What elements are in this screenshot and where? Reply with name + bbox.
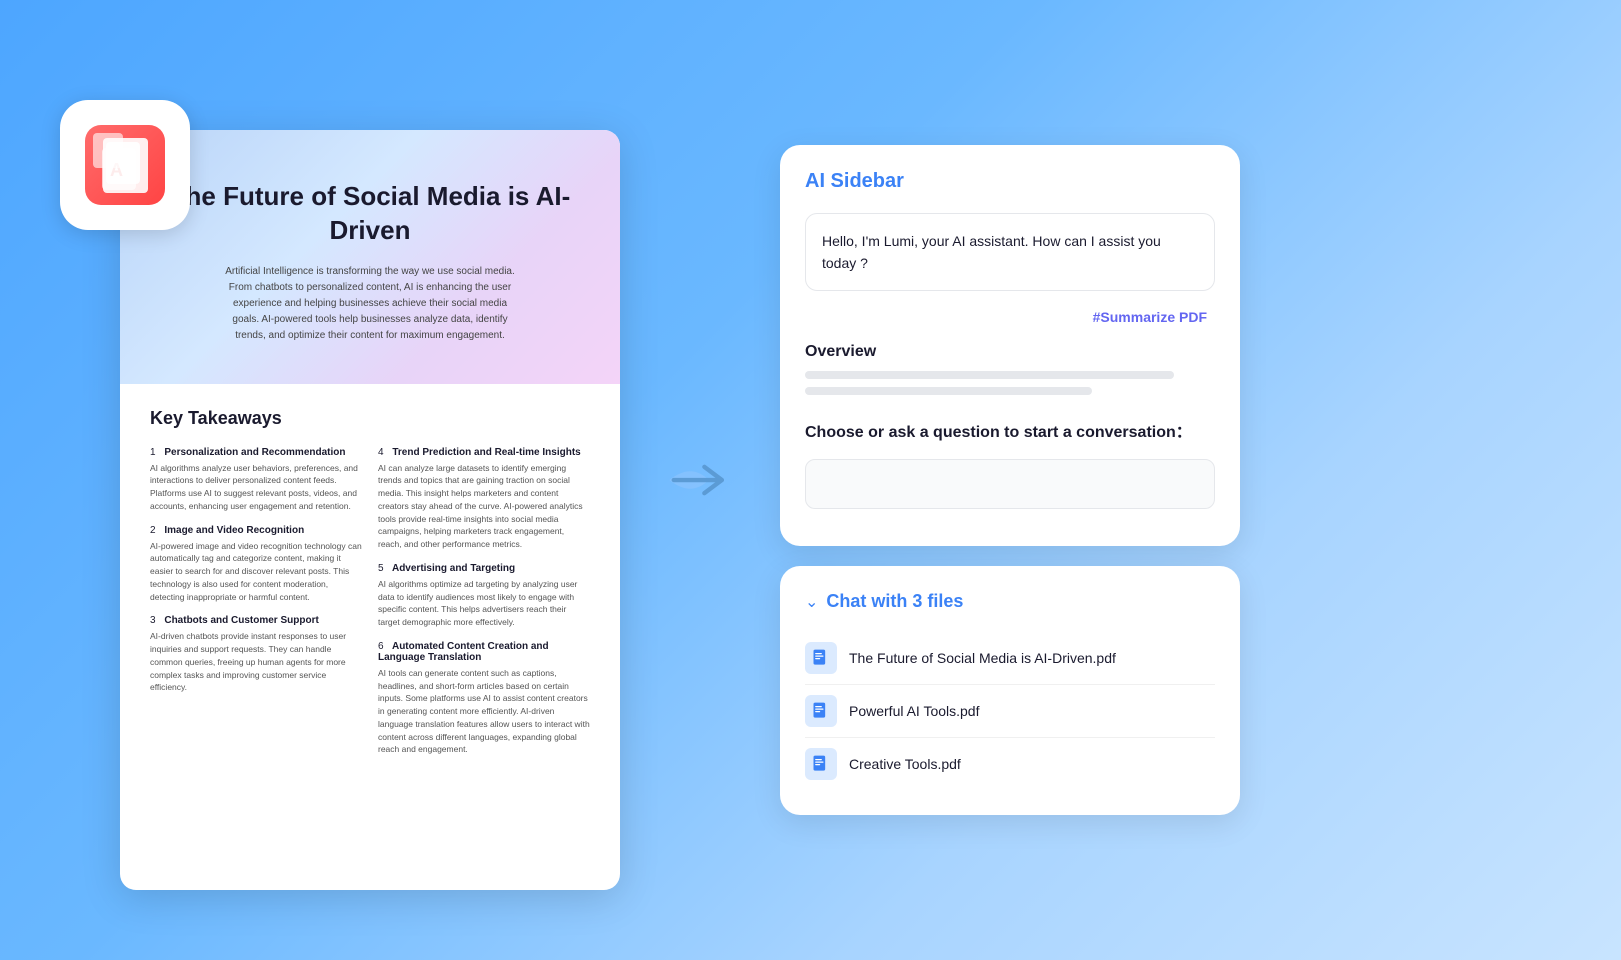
takeaway-6-desc: AI tools can generate content such as ca… [378, 667, 590, 756]
takeaway-item-6: 6 Automated Content Creation and Languag… [378, 641, 590, 756]
question-section: Choose or ask a question to start a conv… [805, 409, 1215, 521]
pdf-file-icon-1 [811, 648, 831, 668]
ai-sidebar-title: AI Sidebar [805, 170, 1215, 193]
app-icon: A [60, 100, 190, 230]
takeaway-5-desc: AI algorithms optimize ad targeting by a… [378, 578, 590, 629]
takeaway-item-2: 2 Image and Video Recognition AI-powered… [150, 525, 362, 604]
file-name-3: Creative Tools.pdf [849, 756, 961, 772]
file-icon-2 [805, 695, 837, 727]
pdf-document: The Future of Social Media is AI-Driven … [120, 130, 620, 890]
ai-greeting: Hello, I'm Lumi, your AI assistant. How … [822, 230, 1198, 275]
summarize-btn-container: #Summarize PDF [805, 305, 1215, 329]
file-name-1: The Future of Social Media is AI-Driven.… [849, 650, 1116, 666]
pdf-title: The Future of Social Media is AI-Driven [160, 180, 580, 248]
key-takeaways-title: Key Takeaways [150, 408, 590, 429]
question-input-area[interactable] [805, 459, 1215, 509]
takeaways-grid: 1 Personalization and Recommendation AI … [150, 447, 590, 769]
takeaway-3-title: 3 Chatbots and Customer Support [150, 615, 362, 626]
chat-files-panel: ⌄ Chat with 3 files The Future of Social… [780, 566, 1240, 815]
file-icon-3 [805, 748, 837, 780]
arrow-icon [665, 450, 735, 510]
right-section: AI Sidebar Hello, I'm Lumi, your AI assi… [780, 40, 1240, 920]
file-name-2: Powerful AI Tools.pdf [849, 703, 979, 719]
overview-line-1 [805, 371, 1174, 379]
arrow-container [660, 450, 740, 510]
file-item-2[interactable]: Powerful AI Tools.pdf [805, 685, 1215, 737]
question-prompt: Choose or ask a question to start a conv… [805, 421, 1215, 445]
pdf-file-icon-3 [811, 754, 831, 774]
pdf-subtitle: Artificial Intelligence is transforming … [220, 264, 520, 344]
takeaway-1-title: 1 Personalization and Recommendation [150, 447, 362, 458]
takeaways-col-2: 4 Trend Prediction and Real-time Insight… [378, 447, 590, 769]
pdf-header: The Future of Social Media is AI-Driven … [120, 130, 620, 384]
file-item-1[interactable]: The Future of Social Media is AI-Driven.… [805, 632, 1215, 684]
takeaway-6-title: 6 Automated Content Creation and Languag… [378, 641, 590, 663]
file-item-3[interactable]: Creative Tools.pdf [805, 738, 1215, 790]
takeaway-4-desc: AI can analyze large datasets to identif… [378, 462, 590, 551]
main-container: A The Future of Social Media is AI-Drive… [0, 0, 1621, 960]
takeaway-1-desc: AI algorithms analyze user behaviors, pr… [150, 462, 362, 513]
takeaway-3-desc: AI-driven chatbots provide instant respo… [150, 630, 362, 694]
pdf-body: Key Takeaways 1 Personalization and Reco… [120, 384, 620, 793]
takeaway-item-5: 5 Advertising and Targeting AI algorithm… [378, 563, 590, 629]
pdf-icon-svg: A [98, 138, 153, 193]
pdf-file-icon-2 [811, 701, 831, 721]
chevron-down-icon: ⌄ [805, 592, 818, 612]
takeaway-item-4: 4 Trend Prediction and Real-time Insight… [378, 447, 590, 551]
takeaway-2-title: 2 Image and Video Recognition [150, 525, 362, 536]
ai-sidebar-panel: AI Sidebar Hello, I'm Lumi, your AI assi… [780, 145, 1240, 547]
summarize-button[interactable]: #Summarize PDF [1085, 305, 1215, 329]
app-icon-inner: A [85, 125, 165, 205]
left-section: A The Future of Social Media is AI-Drive… [40, 70, 620, 890]
takeaways-col-1: 1 Personalization and Recommendation AI … [150, 447, 362, 769]
overview-section: Overview [805, 343, 1215, 395]
chat-files-title: Chat with 3 files [826, 591, 963, 612]
takeaway-item-3: 3 Chatbots and Customer Support AI-drive… [150, 615, 362, 694]
ai-message-box: Hello, I'm Lumi, your AI assistant. How … [805, 213, 1215, 292]
overview-title: Overview [805, 343, 1215, 361]
chat-files-header: ⌄ Chat with 3 files [805, 591, 1215, 612]
takeaway-4-title: 4 Trend Prediction and Real-time Insight… [378, 447, 590, 458]
file-icon-1 [805, 642, 837, 674]
overview-line-2 [805, 387, 1092, 395]
takeaway-item-1: 1 Personalization and Recommendation AI … [150, 447, 362, 513]
svg-text:A: A [110, 160, 123, 180]
takeaway-5-title: 5 Advertising and Targeting [378, 563, 590, 574]
takeaway-2-desc: AI-powered image and video recognition t… [150, 540, 362, 604]
